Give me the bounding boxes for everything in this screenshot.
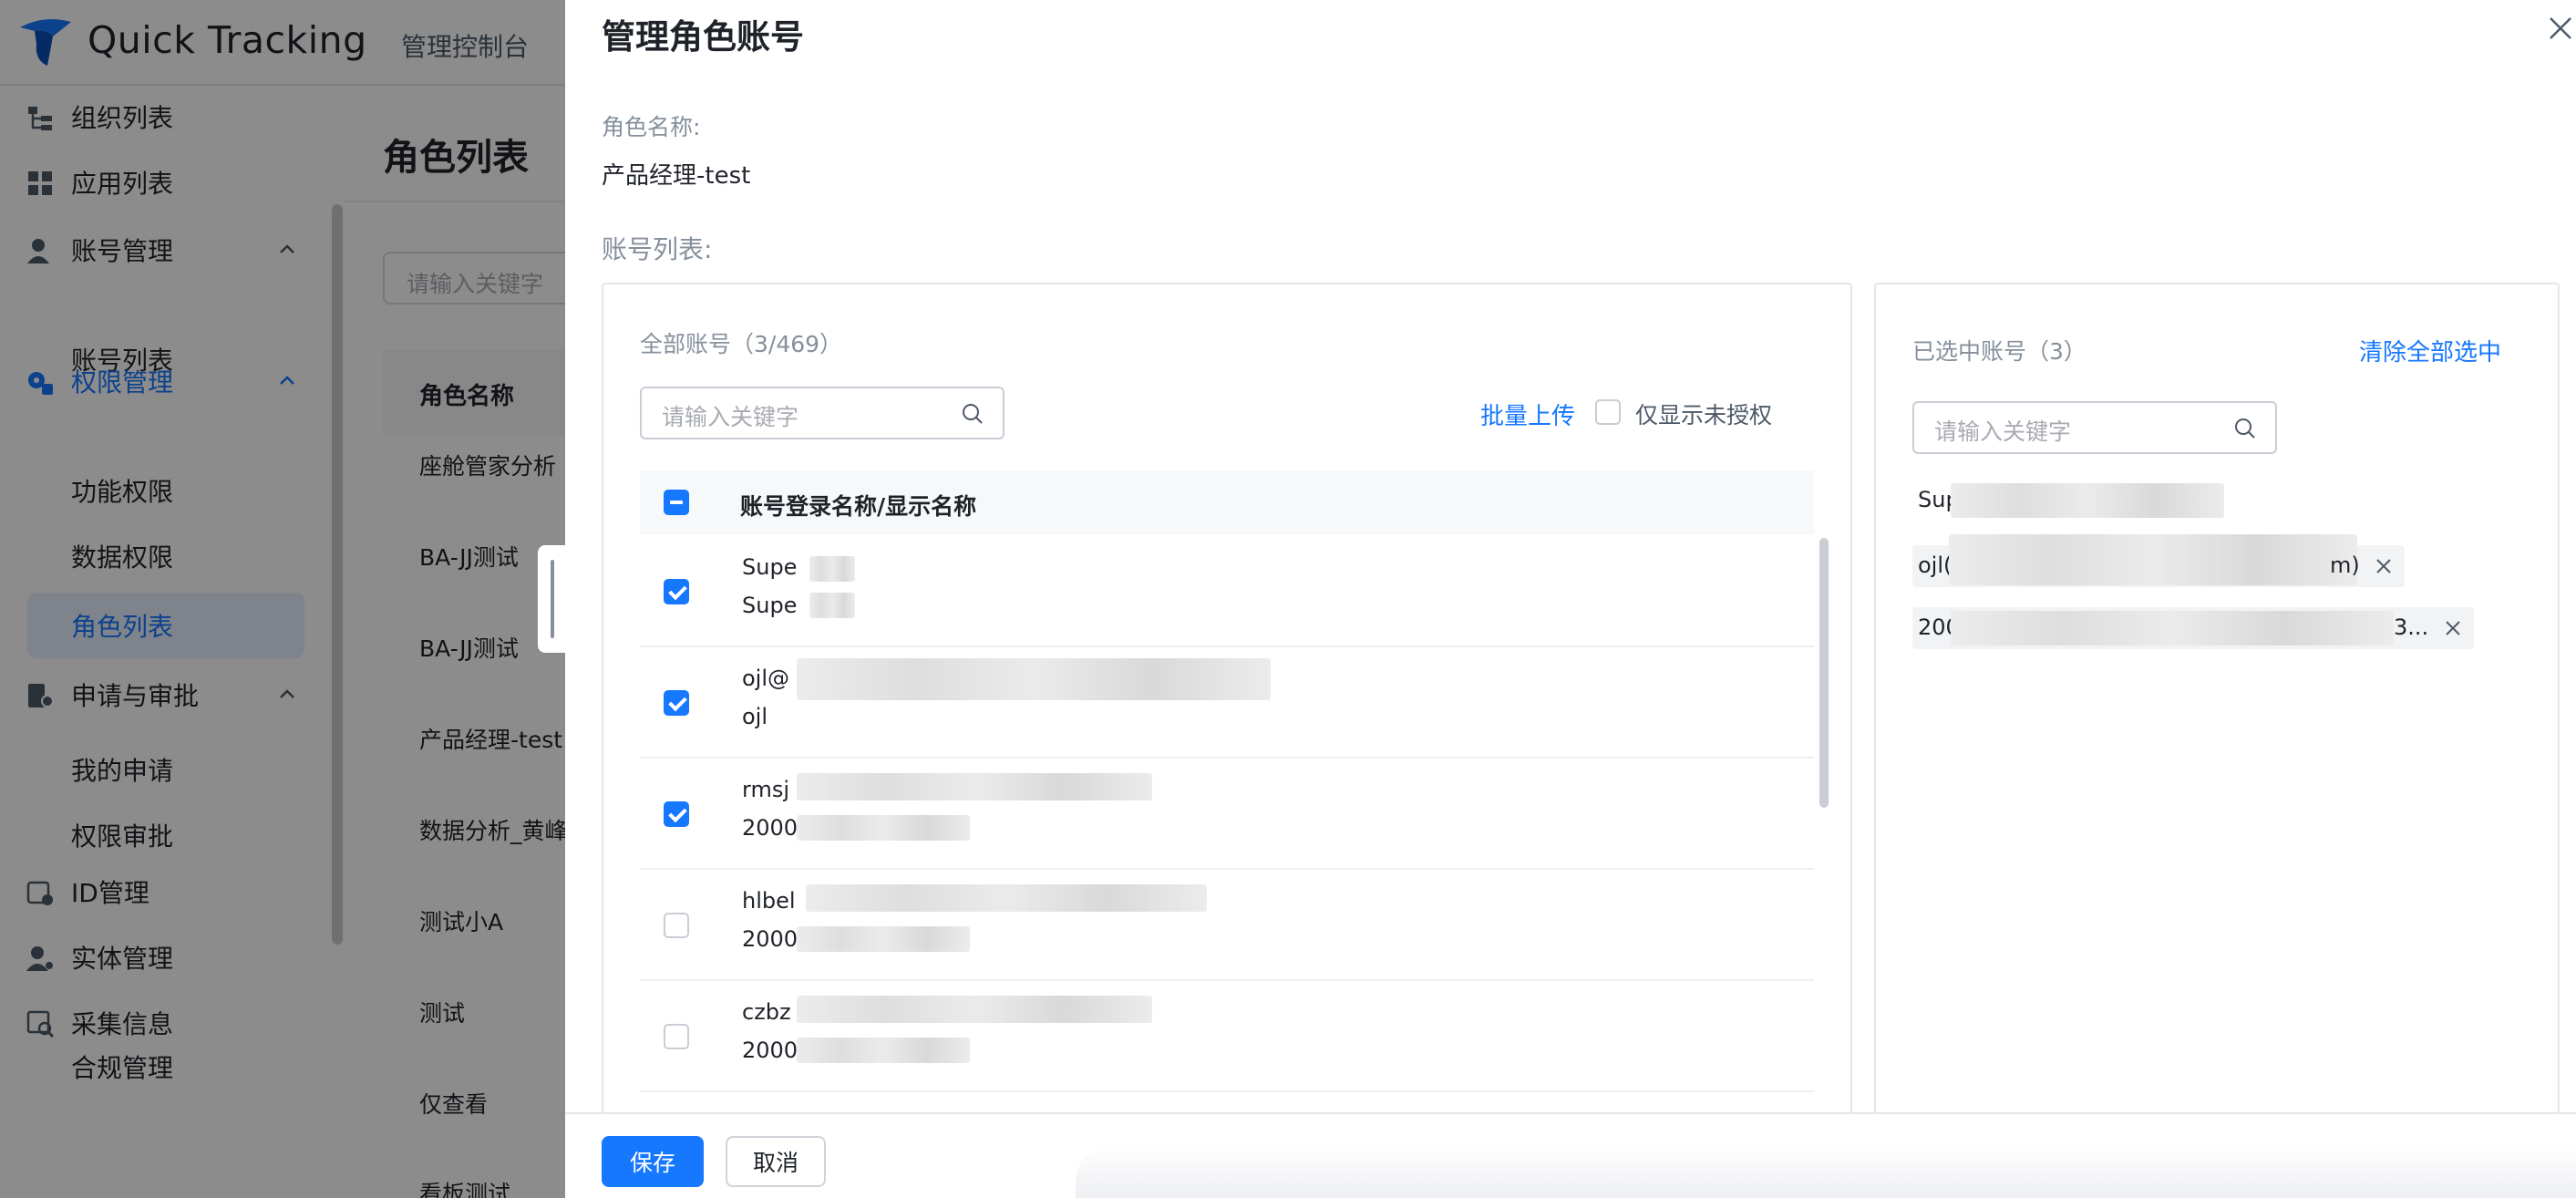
row-checkbox[interactable] <box>664 801 689 827</box>
redacted-text <box>797 658 1271 700</box>
list-item[interactable]: rmsj 2000 <box>640 759 1814 870</box>
row-checkbox[interactable] <box>664 579 689 604</box>
role-name-label: 角色名称: <box>602 114 701 140</box>
account-login-name: rmsj <box>742 777 789 802</box>
chip-text: ojl( <box>1918 553 1953 578</box>
redacted-text <box>809 556 855 582</box>
selected-accounts-title: 已选中账号（3） <box>1912 338 2087 365</box>
remove-chip-close-icon[interactable] <box>2374 556 2394 576</box>
account-display-name: Supe <box>742 593 798 618</box>
account-list-scrollbar[interactable] <box>1819 538 1829 808</box>
remove-chip-close-icon[interactable] <box>2443 618 2463 638</box>
account-login-name: czbz <box>742 999 791 1025</box>
selected-account-chip[interactable]: ojl( m) <box>1912 534 2405 587</box>
search-placeholder: 请输入关键字 <box>1934 418 2072 445</box>
list-item[interactable]: czbz 2000 <box>640 981 1814 1092</box>
row-checkbox[interactable] <box>664 1024 689 1049</box>
list-item[interactable]: Supe Supe <box>640 536 1814 647</box>
all-accounts-panel: 全部账号（3/469） 请输入关键字 批量上传 仅显示未授权 账号登录名称/显示… <box>602 283 1852 1121</box>
chip-text-tail: m) <box>2330 553 2360 578</box>
redacted-text <box>797 815 970 841</box>
list-item[interactable]: ojl@ ojl <box>640 647 1814 759</box>
chip-text-tail: 3... <box>2394 614 2429 640</box>
redacted-text <box>809 593 855 618</box>
account-display-name: 2000 <box>742 926 799 952</box>
redacted-text <box>797 996 1152 1023</box>
account-display-name: 2000 <box>742 1038 799 1063</box>
only-unauthorized-label: 仅显示未授权 <box>1635 402 1773 429</box>
redacted-text <box>1949 534 2357 585</box>
account-login-name: ojl@ <box>742 666 790 691</box>
search-icon <box>2235 418 2255 439</box>
only-unauthorized-checkbox[interactable] <box>1595 399 1621 425</box>
all-accounts-search-input[interactable]: 请输入关键字 <box>640 387 1005 439</box>
role-name-value: 产品经理-test <box>602 162 751 190</box>
clear-all-selected-link[interactable]: 清除全部选中 <box>2359 334 2501 367</box>
redacted-text <box>1951 611 2394 645</box>
all-accounts-title: 全部账号（3/469） <box>640 331 843 357</box>
close-icon[interactable] <box>2545 13 2576 44</box>
redacted-text <box>1951 483 2224 518</box>
redacted-text <box>797 1038 970 1063</box>
column-header-account: 账号登录名称/显示名称 <box>740 493 977 520</box>
account-login-name: hlbel <box>742 888 796 914</box>
select-all-checkbox[interactable] <box>664 490 689 515</box>
manage-role-accounts-drawer: 管理角色账号 角色名称: 产品经理-test 账号列表: 全部账号（3/469）… <box>565 0 2576 1198</box>
selected-account-chip[interactable]: 200 3... <box>1912 607 2474 649</box>
search-icon <box>963 404 983 424</box>
account-display-name: ojl <box>742 704 768 729</box>
row-checkbox[interactable] <box>664 913 689 938</box>
redacted-text <box>797 926 970 952</box>
redacted-text <box>797 773 1152 800</box>
drawer-resize-handle[interactable] <box>538 545 569 653</box>
search-placeholder: 请输入关键字 <box>662 404 799 430</box>
account-display-name: 2000 <box>742 815 799 841</box>
list-item[interactable]: hlbel 2000 <box>640 870 1814 981</box>
account-list-header: 账号登录名称/显示名称 <box>640 470 1814 534</box>
redacted-text <box>806 884 1207 912</box>
selected-accounts-panel: 已选中账号（3） 清除全部选中 请输入关键字 Sup ojl( m) 200 3… <box>1874 283 2560 1121</box>
cancel-button[interactable]: 取消 <box>726 1136 826 1187</box>
save-button[interactable]: 保存 <box>602 1136 704 1187</box>
bottom-shadow <box>1076 1145 2576 1198</box>
drawer-title: 管理角色账号 <box>602 17 804 57</box>
row-checkbox[interactable] <box>664 690 689 716</box>
account-list-label: 账号列表: <box>602 234 713 264</box>
batch-upload-link[interactable]: 批量上传 <box>1480 398 1575 431</box>
selected-account-chip[interactable]: Sup <box>1912 480 2231 522</box>
selected-accounts-search-input[interactable]: 请输入关键字 <box>1912 401 2277 454</box>
account-login-name: Supe <box>742 554 798 580</box>
